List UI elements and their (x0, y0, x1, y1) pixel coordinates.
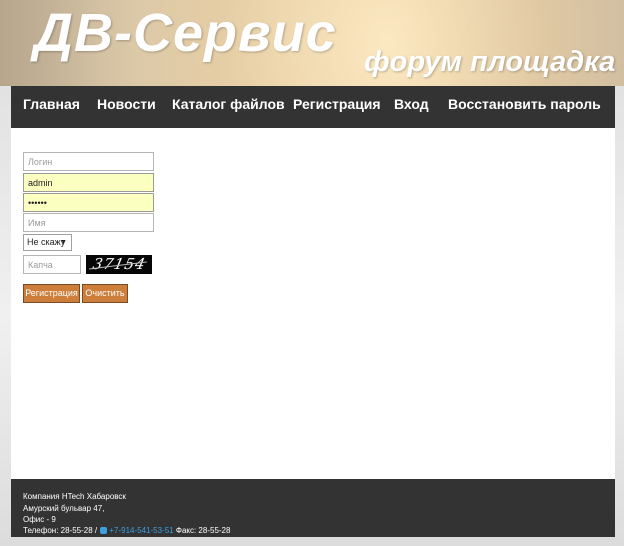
footer-mobile-link[interactable]: +7-914-541-53-51 (109, 526, 173, 535)
nav-item-restore-password[interactable]: Восстановить пароль (448, 96, 601, 112)
clear-button[interactable]: Очистить (82, 284, 128, 303)
nav-item-news[interactable]: Новости (97, 96, 156, 112)
nav-item-register[interactable]: Регистрация (293, 96, 381, 112)
email-input[interactable] (23, 173, 154, 192)
register-button[interactable]: Регистрация (23, 284, 80, 303)
login-input[interactable] (23, 152, 154, 171)
captcha-input[interactable] (23, 255, 81, 274)
site-title: ДВ-Сервис (34, 3, 337, 63)
captcha-image: 37154 (86, 255, 152, 274)
footer: Компания HTech Хабаровск Амурский бульва… (11, 479, 615, 537)
footer-phone: Телефон: 28-55-28 / (23, 526, 98, 535)
gender-select[interactable]: Не скажу ▼ (23, 234, 72, 251)
skype-icon (100, 527, 108, 534)
main-container: Главная Новости Каталог файлов Регистрац… (11, 86, 615, 537)
footer-office: Офис - 9 (23, 515, 56, 524)
footer-fax: Факс: 28-55-28 (175, 526, 231, 535)
nav-item-files[interactable]: Каталог файлов (172, 96, 285, 112)
footer-address: Амурский бульвар 47, (23, 504, 105, 513)
site-subtitle: форум площадка (364, 46, 616, 78)
nav-item-home[interactable]: Главная (23, 96, 80, 112)
nav-item-login[interactable]: Вход (394, 96, 429, 112)
chevron-down-icon: ▼ (60, 239, 67, 246)
main-nav: Главная Новости Каталог файлов Регистрац… (11, 86, 615, 128)
footer-contacts: Телефон: 28-55-28 / +7-914-541-53-51 Фак… (23, 526, 230, 535)
name-input[interactable] (23, 213, 154, 232)
footer-company: Компания HTech Хабаровск (23, 492, 126, 501)
password-input[interactable] (23, 193, 154, 212)
